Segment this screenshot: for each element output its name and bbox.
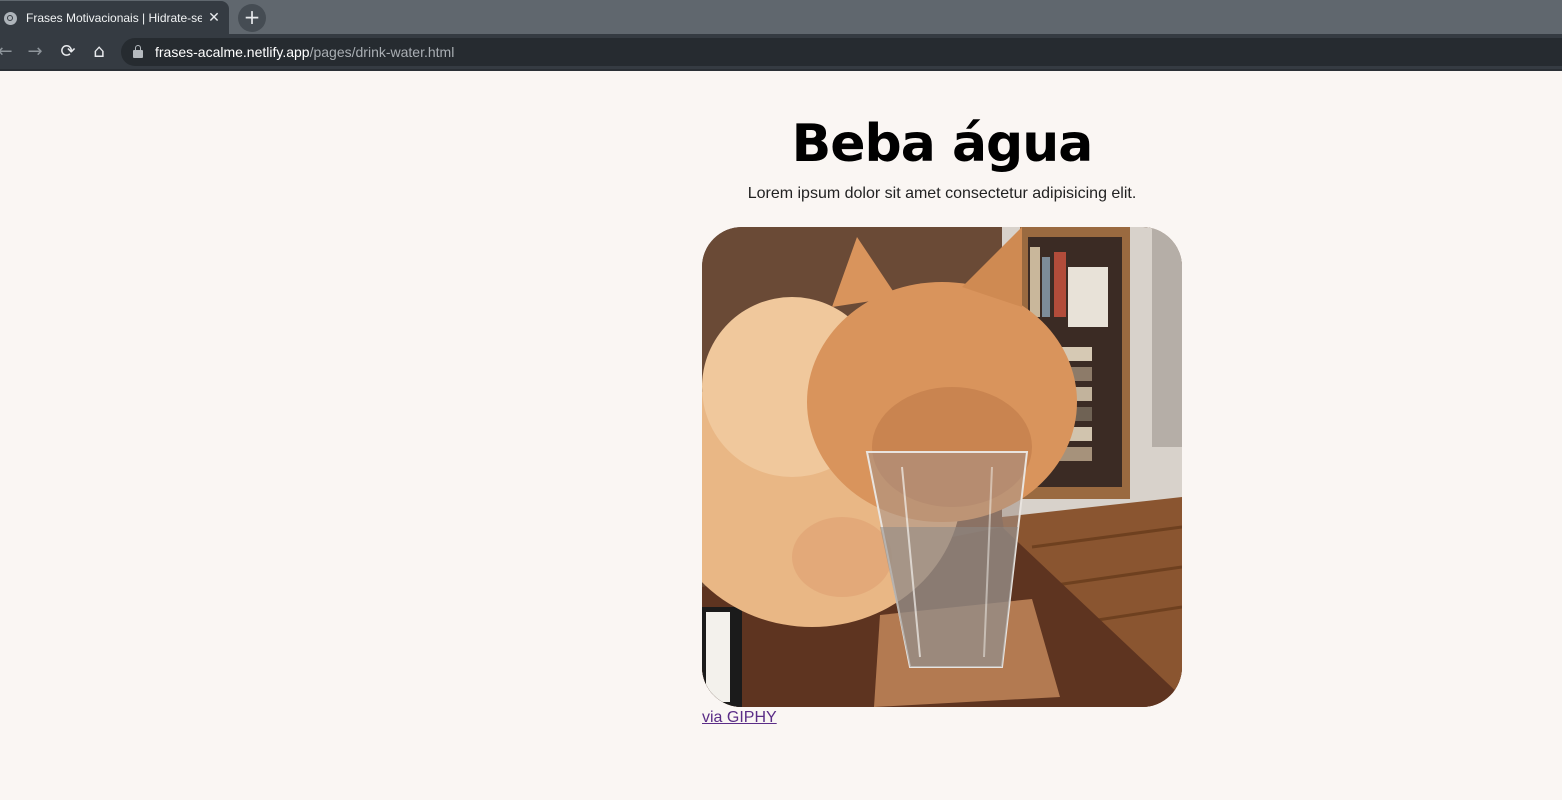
browser-tab[interactable]: Frases Motivacionais | Hidrate-se ✕: [0, 1, 229, 35]
globe-icon: [4, 11, 17, 25]
reload-icon[interactable]: ⟳: [55, 34, 81, 69]
new-tab-button[interactable]: +: [238, 4, 266, 32]
lock-icon[interactable]: [133, 45, 143, 58]
close-icon[interactable]: ✕: [206, 10, 222, 26]
url-path: /pages/drink-water.html: [309, 44, 455, 60]
cat-drinking-illustration: [702, 227, 1182, 707]
browser-tabstrip: Frases Motivacionais | Hidrate-se ✕ +: [0, 0, 1562, 35]
page-subtitle: Lorem ipsum dolor sit amet consectetur a…: [747, 185, 1137, 202]
giphy-credit-link[interactable]: via GIPHY: [702, 709, 777, 727]
tab-title: Frases Motivacionais | Hidrate-se: [26, 11, 202, 25]
cat-drinking-gif: [702, 227, 1182, 707]
address-bar[interactable]: frases-acalme.netlify.app/pages/drink-wa…: [121, 38, 1562, 66]
forward-arrow-icon[interactable]: →: [22, 34, 48, 69]
home-icon[interactable]: ⌂: [86, 34, 112, 69]
page-title: Beba água: [791, 114, 1094, 174]
url-host: frases-acalme.netlify.app: [155, 44, 310, 60]
browser-toolbar: ← → ⟳ ⌂ frases-acalme.netlify.app/pages/…: [0, 34, 1562, 71]
back-arrow-icon[interactable]: ←: [0, 34, 18, 69]
